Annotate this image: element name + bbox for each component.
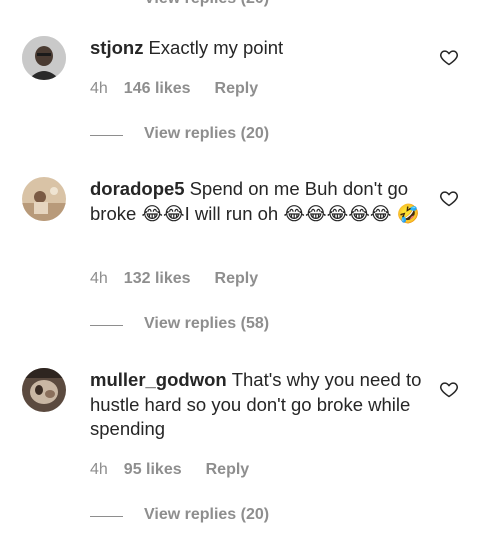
comment-body: muller_godwon That's why you need to hust… bbox=[90, 368, 430, 442]
avatar[interactable] bbox=[22, 368, 66, 412]
likes-count[interactable]: 132 likes bbox=[124, 270, 191, 288]
heart-icon[interactable] bbox=[439, 379, 459, 399]
comment-time: 4h bbox=[90, 80, 108, 97]
comment-body: stjonz Exactly my point bbox=[90, 36, 430, 61]
reply-button[interactable]: Reply bbox=[215, 270, 259, 288]
replies-divider-line bbox=[90, 325, 123, 326]
comment-time: 4h bbox=[90, 461, 108, 478]
likes-count[interactable]: 146 likes bbox=[124, 80, 191, 98]
avatar[interactable] bbox=[22, 36, 66, 80]
comment-meta: 4h 146 likes Reply bbox=[90, 80, 258, 98]
avatar[interactable] bbox=[22, 177, 66, 221]
view-replies-label[interactable]: View replies (20) bbox=[144, 506, 269, 524]
comment-username[interactable]: doradope5 bbox=[90, 178, 185, 199]
reply-button[interactable]: Reply bbox=[206, 461, 250, 479]
view-replies-label[interactable]: View replies (20) bbox=[144, 125, 269, 143]
heart-icon[interactable] bbox=[439, 188, 459, 208]
comment-username[interactable]: muller_godwon bbox=[90, 369, 227, 390]
view-replies-label[interactable]: View replies (58) bbox=[144, 315, 269, 333]
comment-username[interactable]: stjonz bbox=[90, 37, 143, 58]
replies-divider-line bbox=[90, 135, 123, 136]
comment-meta: 4h 132 likes Reply bbox=[90, 270, 258, 288]
comment-time: 4h bbox=[90, 270, 108, 287]
comment-body: doradope5 Spend on me Buh don't go broke … bbox=[90, 177, 430, 226]
reply-button[interactable]: Reply bbox=[215, 80, 259, 98]
view-replies-partial[interactable]: View replies (20) bbox=[144, 0, 269, 8]
comment-meta: 4h 95 likes Reply bbox=[90, 461, 249, 479]
comment-text: Exactly my point bbox=[148, 37, 284, 58]
replies-divider-line bbox=[90, 516, 123, 517]
heart-icon[interactable] bbox=[439, 47, 459, 67]
likes-count[interactable]: 95 likes bbox=[124, 461, 182, 479]
